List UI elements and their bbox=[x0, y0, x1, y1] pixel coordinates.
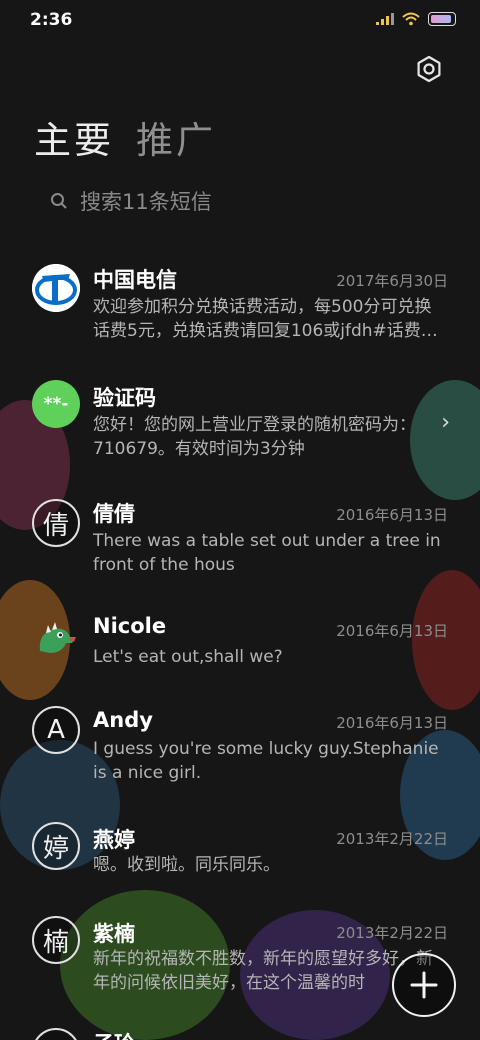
message-date: 2016年6月13日 bbox=[336, 506, 448, 524]
avatar-letter: A bbox=[47, 715, 65, 745]
message-date: 2013年2月22日 bbox=[336, 924, 448, 942]
signal-icon bbox=[376, 13, 394, 25]
message-preview: There was a table set out under a tree i… bbox=[93, 531, 441, 575]
message-preview: 欢迎参加积分兑换话费活动，每500分可兑换话费5元，兑换话费请回复106或jfd… bbox=[93, 297, 438, 341]
message-preview: 您好！您的网上营业厅登录的随机密码为：710679。有效时间为3分钟 bbox=[93, 415, 416, 459]
avatar-letter: 楠 bbox=[42, 927, 69, 958]
avatar-letter: 婷 bbox=[42, 833, 69, 864]
status-bar: 2:36 bbox=[0, 0, 480, 40]
conversation-item[interactable]: 子玲 bbox=[0, 1028, 480, 1040]
telecom-logo-avatar bbox=[32, 264, 80, 312]
contact-name: Nicole bbox=[93, 614, 167, 638]
message-preview: 嗯。收到啦。同乐同乐。 bbox=[93, 855, 280, 875]
plus-icon bbox=[410, 971, 438, 999]
tab-bar: 主要 推广 bbox=[34, 110, 216, 164]
avatar-letter: 倩 bbox=[42, 510, 69, 541]
search-placeholder: 搜索11条短信 bbox=[80, 190, 212, 214]
tab-primary[interactable]: 主要 bbox=[34, 110, 114, 164]
search-bar[interactable]: 搜索11条短信 bbox=[50, 186, 212, 216]
settings-button[interactable] bbox=[414, 54, 444, 84]
avatar: 楠 bbox=[32, 916, 80, 964]
avatar bbox=[32, 1028, 80, 1040]
conversation-item[interactable]: **- 验证码 您好！您的网上营业厅登录的随机密码为：710679。有效时间为3… bbox=[0, 380, 480, 480]
wifi-icon bbox=[402, 12, 420, 26]
avatar: A bbox=[32, 706, 80, 754]
contact-name: 子玲 bbox=[93, 1028, 135, 1040]
search-icon bbox=[51, 193, 67, 209]
avatar: 倩 bbox=[32, 499, 80, 547]
conversation-item[interactable]: 倩 倩倩 2016年6月13日 There was a table set ou… bbox=[0, 496, 480, 596]
conversation-item[interactable]: A Andy 2016年6月13日 I guess you're some lu… bbox=[0, 706, 480, 806]
message-date: 2013年2月22日 bbox=[336, 830, 448, 848]
battery-icon bbox=[428, 12, 456, 26]
conversation-item[interactable]: 婷 燕婷 2013年2月22日 嗯。收到啦。同乐同乐。 bbox=[0, 822, 480, 902]
message-date: 2016年6月13日 bbox=[336, 622, 448, 640]
status-icons bbox=[376, 12, 456, 26]
dinosaur-avatar bbox=[32, 615, 80, 663]
code-badge-avatar: **- bbox=[32, 380, 80, 428]
contact-name: 燕婷 bbox=[93, 828, 135, 852]
chevron-right-icon[interactable]: › bbox=[441, 410, 450, 435]
gear-icon bbox=[417, 55, 441, 83]
code-badge-text: **- bbox=[43, 394, 69, 414]
message-preview: I guess you're some lucky guy.Stephanie … bbox=[93, 739, 439, 783]
contact-name: Andy bbox=[93, 708, 153, 732]
contact-name: 倩倩 bbox=[93, 502, 135, 526]
status-time: 2:36 bbox=[30, 10, 73, 30]
message-preview: Let's eat out,shall we? bbox=[93, 647, 283, 667]
telecom-logo-icon bbox=[32, 264, 80, 312]
avatar: 婷 bbox=[32, 822, 80, 870]
message-date: 2017年6月30日 bbox=[336, 272, 448, 290]
tab-promotions[interactable]: 推广 bbox=[136, 110, 216, 164]
contact-name: 验证码 bbox=[93, 386, 156, 410]
dinosaur-icon bbox=[39, 622, 76, 653]
new-message-button[interactable] bbox=[392, 953, 456, 1017]
contact-name: 紫楠 bbox=[93, 922, 135, 946]
conversation-item[interactable]: Nicole 2016年6月13日 Let's eat out,shall we… bbox=[0, 612, 480, 692]
conversation-item[interactable]: 中国电信 2017年6月30日 欢迎参加积分兑换话费活动，每500分可兑换话费5… bbox=[0, 262, 480, 362]
contact-name: 中国电信 bbox=[93, 268, 177, 292]
message-date: 2016年6月13日 bbox=[336, 714, 448, 732]
